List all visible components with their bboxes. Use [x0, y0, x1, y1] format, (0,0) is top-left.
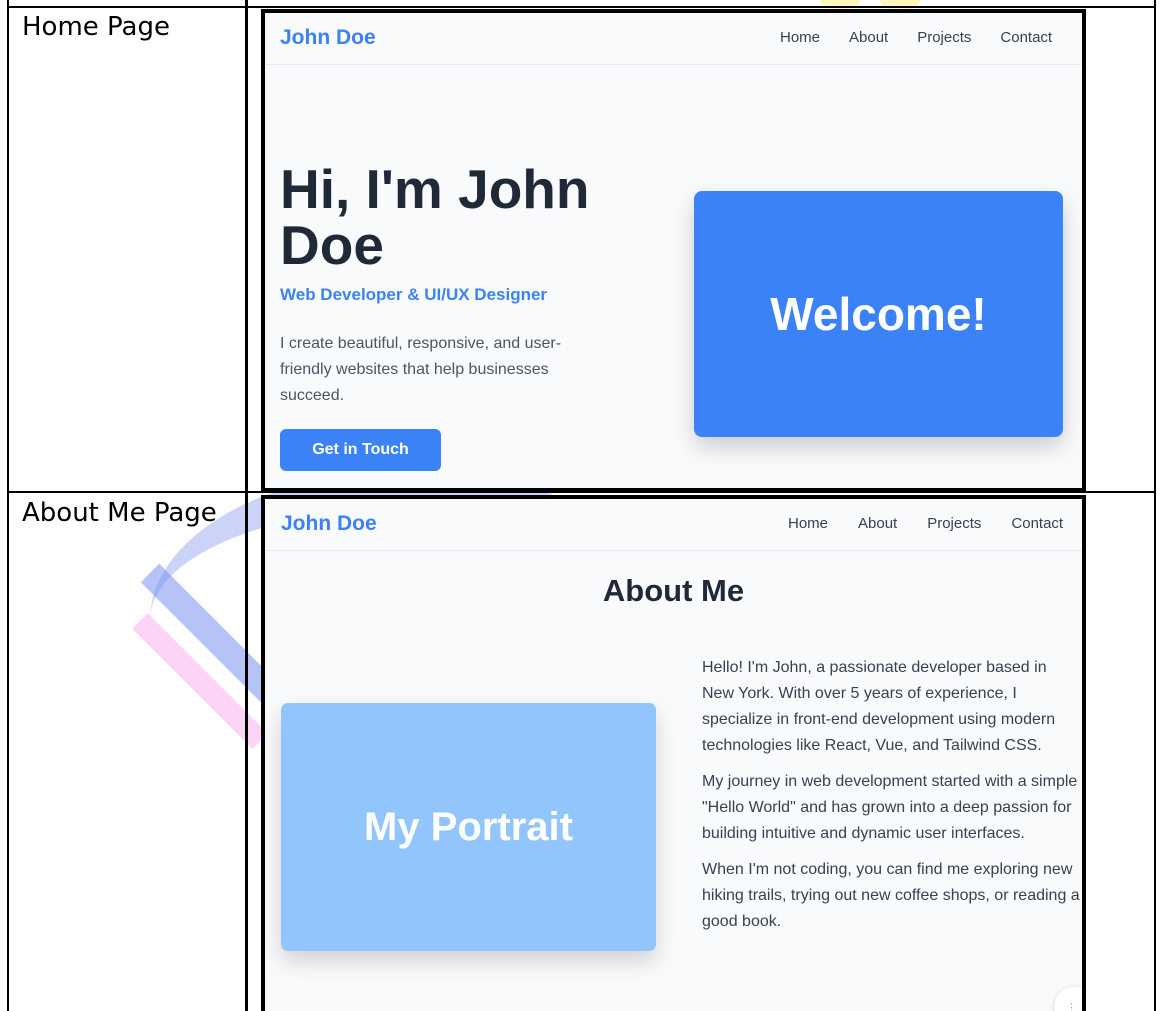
home-page-screenshot: John Doe Home About Projects Contact Hi,…: [261, 9, 1086, 492]
nav-link-home[interactable]: Home: [788, 515, 828, 532]
nav-links: Home About Projects Contact: [788, 515, 1063, 532]
navbar: John Doe Home About Projects Contact: [265, 13, 1082, 65]
hero-subtitle: Web Developer & UI/UX Designer: [280, 285, 548, 304]
portrait-placeholder: My Portrait: [281, 703, 656, 951]
nav-link-about[interactable]: About: [858, 515, 897, 532]
watermark-stripe: [140, 563, 280, 703]
about-text: Hello! I'm John, a passionate developer …: [702, 655, 1082, 945]
nav-links: Home About Projects Contact: [780, 29, 1052, 46]
about-page-screenshot: John Doe Home About Projects Contact Abo…: [261, 495, 1086, 1011]
row-label-home: Home Page: [22, 12, 170, 42]
nav-link-about[interactable]: About: [849, 29, 888, 46]
about-paragraph: My journey in web development started wi…: [702, 773, 1078, 842]
about-paragraph: Hello! I'm John, a passionate developer …: [702, 659, 1056, 754]
nav-link-contact[interactable]: Contact: [1000, 29, 1052, 46]
scroll-handle-icon[interactable]: ⋮⋮: [1054, 987, 1082, 1011]
table-border-top: [7, 6, 1156, 8]
get-in-touch-button[interactable]: Get in Touch: [280, 429, 441, 471]
table-column-divider: [245, 0, 248, 1011]
about-heading: About Me: [602, 573, 745, 608]
grip-dots-icon: ⋮⋮: [1066, 1001, 1082, 1011]
row-label-about: About Me Page: [22, 498, 217, 528]
about-paragraph: When I'm not coding, you can find me exp…: [702, 861, 1080, 930]
nav-link-projects[interactable]: Projects: [927, 515, 981, 532]
table-border-left: [7, 0, 9, 1011]
welcome-card: Welcome!: [694, 191, 1063, 437]
nav-link-contact[interactable]: Contact: [1011, 515, 1063, 532]
hero-heading: Hi, I'm John Doe: [280, 158, 590, 276]
brand-logo[interactable]: John Doe: [280, 26, 376, 50]
table-border-right: [1154, 0, 1156, 1011]
nav-link-projects[interactable]: Projects: [917, 29, 971, 46]
hero-description: I create beautiful, responsive, and user…: [280, 335, 562, 404]
brand-logo[interactable]: John Doe: [281, 512, 377, 536]
nav-link-home[interactable]: Home: [780, 29, 820, 46]
navbar: John Doe Home About Projects Contact: [265, 499, 1082, 551]
